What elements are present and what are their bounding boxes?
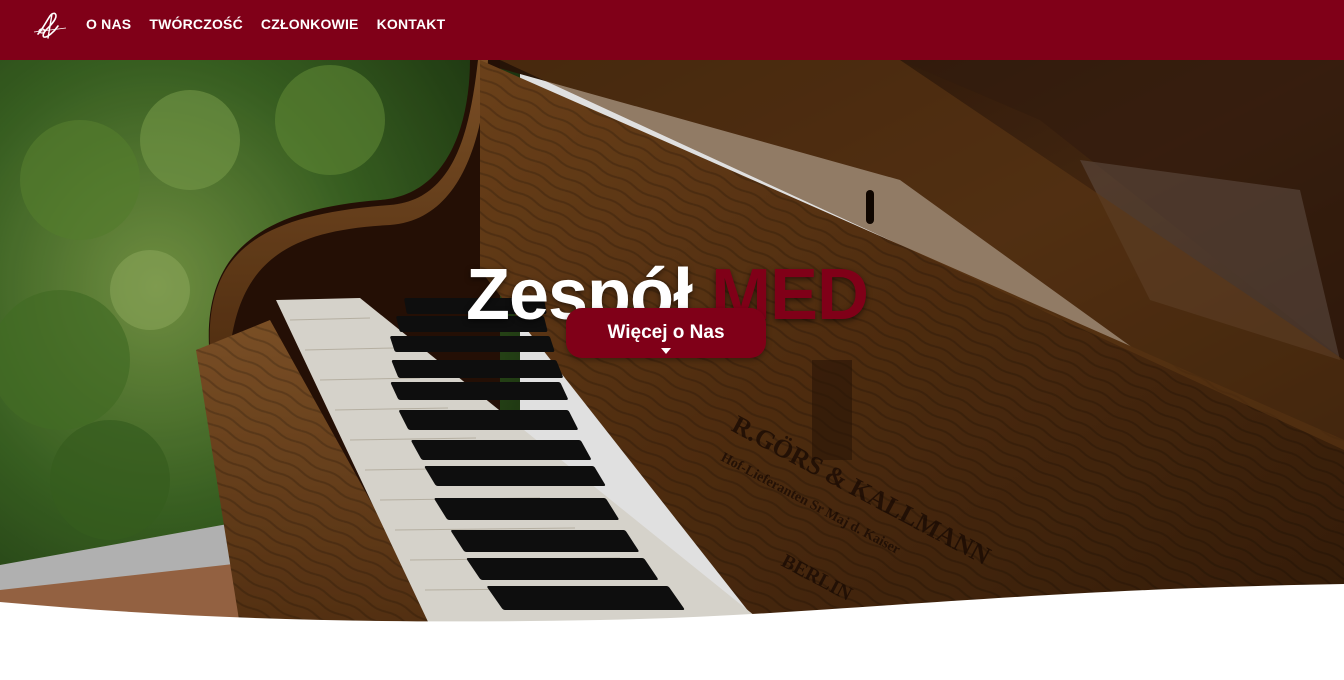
nav-link-tworczosc[interactable]: TWÓRCZOŚĆ [149,16,243,32]
nav-link-czlonkowie[interactable]: CZŁONKOWIE [261,16,359,32]
top-navbar: O NAS TWÓRCZOŚĆ CZŁONKOWIE KONTAKT [0,0,1344,60]
more-about-us-button[interactable]: Więcej o Nas [566,308,766,358]
cta-label: Więcej o Nas [607,322,725,343]
section-wave-divider [0,584,1344,680]
nav-link-kontakt[interactable]: KONTAKT [377,16,446,32]
hero-section: R.GÖRS & KALLMANN Hof-Lieferanten Sr Maj… [0,60,1344,626]
main-nav: O NAS TWÓRCZOŚĆ CZŁONKOWIE KONTAKT [86,0,445,48]
nav-link-o-nas[interactable]: O NAS [86,16,131,32]
caret-down-icon [661,348,671,354]
treble-clef-logo-icon[interactable] [32,10,68,40]
